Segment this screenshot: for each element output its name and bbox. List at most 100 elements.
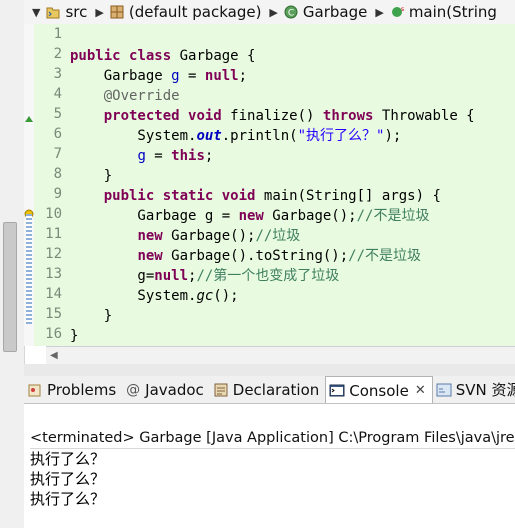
- chevron-right-icon: ▶: [95, 5, 104, 19]
- code-token: System.: [70, 128, 197, 144]
- code-token: =: [145, 148, 172, 164]
- line-number: 8: [53, 166, 62, 182]
- tab-javadoc[interactable]: @ Javadoc: [122, 376, 210, 403]
- code-token: g: [137, 148, 146, 164]
- package-icon: [110, 5, 124, 19]
- line-number: 14: [45, 286, 62, 302]
- tab-label: SVN 资源: [455, 381, 515, 399]
- code-token: void: [188, 108, 222, 124]
- code-token: =: [179, 68, 205, 84]
- close-icon[interactable]: ✕: [415, 383, 426, 398]
- console-output-line: 执行了么？: [30, 470, 106, 488]
- code-token: );: [384, 128, 402, 144]
- code-line[interactable]: [70, 26, 515, 46]
- code-token: main(String[] args) {: [255, 188, 441, 204]
- line-number: 12: [45, 246, 62, 262]
- code-token: ();: [213, 288, 239, 304]
- declaration-icon: [213, 382, 229, 398]
- left-panel-strip: [0, 0, 25, 528]
- code-token: public: [70, 48, 121, 64]
- problems-icon: [27, 382, 43, 398]
- code-line[interactable]: System.gc();: [70, 286, 515, 306]
- breadcrumb-item-method[interactable]: main(String: [409, 3, 497, 21]
- line-number: 16: [45, 326, 62, 342]
- code-line[interactable]: }: [70, 306, 515, 326]
- code-line[interactable]: }: [70, 326, 515, 346]
- scroll-left-icon[interactable]: ◀: [50, 350, 58, 361]
- console-view[interactable]: <terminated> Garbage [Java Application] …: [24, 404, 515, 528]
- tab-declaration[interactable]: Declaration: [210, 376, 325, 403]
- code-token: //不是垃圾: [356, 208, 430, 224]
- code-token: @Override: [70, 88, 180, 104]
- line-number: 9: [53, 186, 62, 202]
- code-line[interactable]: @Override: [70, 86, 515, 106]
- code-token: gc: [196, 288, 214, 304]
- line-number: 4: [53, 86, 62, 102]
- tab-svn[interactable]: SVN 资源: [433, 376, 515, 403]
- code-token: //不是垃圾: [348, 248, 422, 264]
- code-line[interactable]: protected void finalize() throws Throwab…: [70, 106, 515, 126]
- code-token: Garbage();: [162, 228, 256, 244]
- code-token: g=: [70, 268, 155, 284]
- breadcrumb-item-class[interactable]: Garbage: [303, 3, 367, 21]
- line-number: 1: [53, 26, 62, 42]
- class-icon: C: [284, 5, 298, 19]
- code-token: public: [103, 188, 155, 204]
- code-token: void: [221, 188, 256, 204]
- tab-label: Declaration: [232, 380, 320, 399]
- code-token: //垃圾: [255, 228, 301, 244]
- line-number: 11: [45, 226, 62, 242]
- code-token: out: [196, 128, 222, 144]
- code-line[interactable]: new Garbage().toString();//不是垃圾: [70, 246, 515, 266]
- code-token: }: [70, 308, 113, 324]
- breadcrumb-item-package[interactable]: (default package): [129, 3, 262, 21]
- console-output[interactable]: 执行了么？ 执行了么？ 执行了么？: [30, 449, 105, 509]
- code-line[interactable]: new Garbage();//垃圾: [70, 226, 515, 246]
- tab-label: Javadoc: [145, 380, 204, 399]
- override-marker-icon: [24, 109, 34, 128]
- editor-ruler: [24, 24, 34, 346]
- code-token: }: [70, 168, 113, 184]
- chevron-down-icon[interactable]: ▼: [32, 6, 40, 19]
- code-token: System.: [70, 288, 197, 304]
- code-line[interactable]: }: [70, 166, 515, 186]
- code-token: .println(: [221, 128, 298, 144]
- code-line[interactable]: public class Garbage {: [70, 46, 515, 66]
- code-token: Garbage().toString();: [162, 248, 349, 264]
- tab-console[interactable]: Console ✕: [325, 376, 433, 403]
- breadcrumb-item-src[interactable]: src: [65, 3, 87, 21]
- code-token: Garbage: [70, 68, 172, 84]
- line-number: 10: [45, 206, 62, 222]
- code-line[interactable]: g = this;: [70, 146, 515, 166]
- line-number: 3: [53, 66, 62, 82]
- tab-problems[interactable]: Problems: [24, 376, 122, 403]
- source-folder-icon: [46, 5, 60, 19]
- code-token: Throwable {: [373, 108, 475, 124]
- console-output-line: 执行了么？: [30, 450, 106, 468]
- line-numbers: 1 2 3 4 5 6 7 8 9 10 11 12 13 14 15 16: [34, 24, 66, 344]
- code-token: class: [129, 48, 172, 64]
- code-line[interactable]: g=null;//第一个也变成了垃圾: [70, 266, 515, 286]
- svn-icon: [436, 382, 452, 398]
- code-token: protected: [103, 108, 180, 124]
- code-line[interactable]: System.out.println("执行了么？");: [70, 126, 515, 146]
- code-token: Garbage();: [263, 208, 357, 224]
- chevron-right-icon: ▶: [269, 5, 278, 19]
- left-scrollbar[interactable]: [3, 222, 17, 352]
- code-line[interactable]: Garbage g = null;: [70, 66, 515, 86]
- svg-text:s: s: [401, 6, 404, 13]
- console-status: <terminated> Garbage [Java Application] …: [30, 428, 515, 449]
- code-editor[interactable]: 1 2 3 4 5 6 7 8 9 10 11 12 13 14 15 16 public class Gar…: [24, 24, 515, 346]
- code-token: this: [171, 148, 205, 164]
- code-content[interactable]: public class Garbage { Garbage g = null;…: [70, 26, 515, 346]
- editor-horizontal-scrollbar[interactable]: ◀: [46, 346, 515, 365]
- code-line[interactable]: public static void main(String[] args) {: [70, 186, 515, 206]
- code-line[interactable]: Garbage g = new Garbage();//不是垃圾: [70, 206, 515, 226]
- code-token: static: [162, 188, 214, 204]
- views-tab-bar: Problems @ Javadoc Declaration Console ✕…: [24, 376, 515, 404]
- line-number: 2: [53, 46, 62, 62]
- code-token: new: [238, 208, 264, 224]
